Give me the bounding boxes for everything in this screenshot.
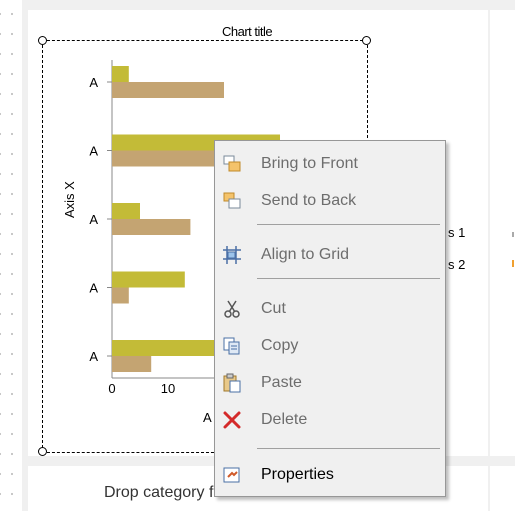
menu-separator <box>257 278 440 279</box>
category-tick-label: A <box>89 75 98 90</box>
context-menu: Bring to Front Send to Back Align to Gri… <box>214 140 446 497</box>
menu-item-copy[interactable]: Copy <box>215 331 445 359</box>
menu-separator <box>257 448 440 449</box>
category-tick-label: A <box>89 212 98 227</box>
x-tick-label: 0 <box>108 381 115 396</box>
copy-icon <box>222 336 242 356</box>
menu-item-align-to-grid[interactable]: Align to Grid <box>215 240 445 268</box>
delete-icon <box>222 410 242 430</box>
bar-series-2 <box>112 356 152 372</box>
paste-icon <box>222 373 242 393</box>
menu-separator <box>257 224 440 225</box>
bar-series-2 <box>112 82 224 98</box>
properties-icon <box>222 465 242 485</box>
scissors-icon <box>222 299 242 319</box>
category-tick-label: A <box>89 281 98 296</box>
legend-series-1: s 1 <box>448 225 466 240</box>
menu-item-label: Copy <box>261 337 299 354</box>
menu-item-label: Align to Grid <box>261 246 350 263</box>
x-axis-title: A <box>203 410 212 425</box>
send-to-back-icon <box>222 191 242 211</box>
menu-item-label: Bring to Front <box>261 155 358 172</box>
menu-item-label: Cut <box>261 300 286 317</box>
bar-series-1 <box>112 203 140 219</box>
bar-series-1 <box>112 271 185 288</box>
menu-item-label: Delete <box>261 411 308 428</box>
category-tick-label: A <box>89 349 98 364</box>
menu-item-paste[interactable]: Paste <box>215 368 445 396</box>
menu-item-cut[interactable]: Cut <box>215 294 445 322</box>
bring-to-front-icon <box>222 154 242 174</box>
bar-series-2 <box>112 219 191 235</box>
menu-item-label: Paste <box>261 374 302 391</box>
side-marker <box>512 232 514 237</box>
y-axis-title: Axis X <box>62 181 77 218</box>
bar-series-1 <box>112 66 129 82</box>
menu-item-label: Properties <box>261 466 334 483</box>
menu-item-bring-to-front[interactable]: Bring to Front <box>215 149 445 177</box>
side-marker-orange <box>512 260 514 267</box>
align-to-grid-icon <box>222 245 242 265</box>
menu-item-properties[interactable]: Properties <box>215 460 445 488</box>
category-tick-label: A <box>89 144 98 159</box>
x-tick-label: 10 <box>161 381 175 396</box>
menu-item-delete[interactable]: Delete <box>215 405 445 433</box>
bar-series-2 <box>112 287 129 304</box>
legend-series-2: s 2 <box>448 257 466 272</box>
menu-item-label: Send to Back <box>261 192 357 209</box>
menu-item-send-to-back[interactable]: Send to Back <box>215 186 445 214</box>
